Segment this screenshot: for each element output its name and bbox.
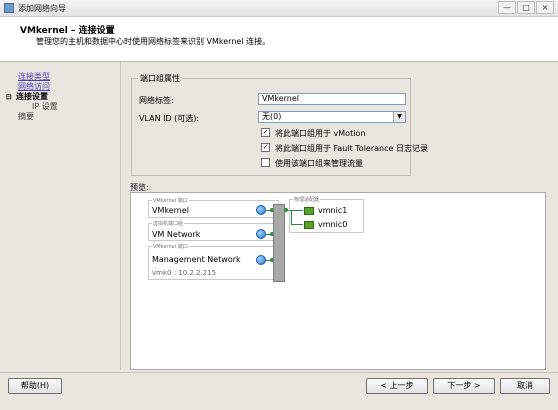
port-group-name: Management Network: [152, 255, 241, 264]
close-button[interactable]: ×: [536, 1, 554, 14]
vlan-id-value: 无(0): [262, 112, 282, 121]
minimize-button[interactable]: —: [498, 1, 516, 14]
vmotion-checkbox-label: 将此端口组用于 vMotion: [275, 129, 366, 138]
network-label-input[interactable]: VMkernel: [258, 93, 406, 105]
maximize-button[interactable]: □: [517, 1, 535, 14]
nav-divider: [120, 62, 121, 370]
wizard-header: VMkernel – 连接设置 管理您的主机和数据中心时使用网络标签来识别 VM…: [0, 17, 558, 62]
fault-tolerance-checkbox[interactable]: ✓: [261, 143, 270, 152]
network-label-label: 网络标签:: [139, 96, 174, 105]
port-group-name: VM Network: [152, 230, 201, 239]
help-button[interactable]: 帮助(H): [8, 378, 62, 394]
management-port-icon: [256, 255, 266, 265]
fault-tolerance-checkbox-label: 将此端口组用于 Fault Tolerance 日志记录: [275, 144, 428, 153]
wizard-steps-nav: 连接类型 网络访问 ⊟ 连接设置 IP 设置 摘要: [6, 72, 116, 122]
vlan-id-label: VLAN ID (可选):: [139, 114, 200, 123]
page-subtitle: 管理您的主机和数据中心时使用网络标签来识别 VMkernel 连接。: [36, 37, 271, 46]
nav-step-connection-settings: ⊟ 连接设置: [6, 92, 116, 102]
title-bar: 添加网络向导 — □ ×: [0, 0, 558, 17]
port-group-name: VMkernel: [152, 206, 190, 215]
wizard-app-icon: [4, 3, 14, 13]
footer-divider: [0, 372, 558, 373]
window-title: 添加网络向导: [18, 4, 66, 13]
next-button[interactable]: 下一步 >: [433, 378, 495, 394]
nic-label: vmnic1: [318, 206, 348, 215]
cancel-button[interactable]: 取消: [500, 378, 550, 394]
management-traffic-checkbox-label: 使用该端口组来管理流量: [275, 159, 363, 168]
port-group-detail: vmk0 : 10.2.2.215: [152, 269, 217, 277]
uplink-dot: [284, 208, 288, 212]
vmotion-checkbox[interactable]: ✓: [261, 128, 270, 137]
nav-step-summary: 摘要: [18, 112, 34, 121]
back-button[interactable]: < 上一步: [366, 378, 428, 394]
nav-step-ip-settings: IP 设置: [32, 102, 58, 111]
vm-network-port-icon: [256, 229, 266, 239]
chevron-down-icon[interactable]: ▼: [393, 112, 405, 122]
collapse-arrow-icon: ⊟: [6, 93, 12, 101]
virtual-switch: [273, 204, 285, 282]
management-traffic-checkbox[interactable]: [261, 158, 270, 167]
nav-step-connection-type[interactable]: 连接类型: [6, 72, 116, 82]
network-card-icon: [304, 221, 314, 229]
physical-adapters-caption: 物理适配器: [293, 196, 321, 203]
nav-step-network-access[interactable]: 网络访问: [6, 82, 116, 92]
port-group-caption: VMkernel 端口: [152, 197, 189, 204]
port-group-legend: 端口组属性: [138, 73, 182, 84]
network-card-icon: [304, 207, 314, 215]
nav-step-label: 连接设置: [16, 92, 48, 101]
vmkernel-port-icon: [256, 205, 266, 215]
nic-label: vmnic0: [318, 220, 348, 229]
port-group-caption: 虚拟机端口组: [152, 220, 185, 227]
port-group-caption: VMkernel 端口: [152, 243, 189, 250]
page-title: VMkernel – 连接设置: [20, 26, 115, 36]
vlan-id-select[interactable]: 无(0) ▼: [258, 111, 406, 123]
